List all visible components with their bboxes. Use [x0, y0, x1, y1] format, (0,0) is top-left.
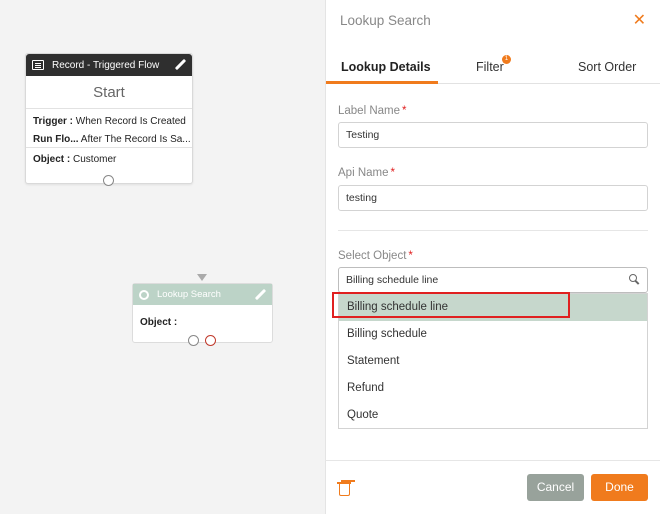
lookup-object-label: Object :	[140, 317, 178, 328]
option-billing-schedule-line[interactable]: Billing schedule line	[339, 294, 647, 321]
start-node-header: Record - Triggered Flow	[26, 54, 192, 76]
trash-icon[interactable]	[337, 481, 351, 496]
flow-canvas[interactable]: Record - Triggered Flow Start Trigger : …	[0, 0, 325, 514]
panel-header: Lookup Search ✕	[326, 0, 660, 40]
api-name-input[interactable]: testing	[338, 185, 648, 211]
run-flow-label: Run Flo...	[33, 134, 79, 145]
lookup-node-fault-connector[interactable]	[205, 335, 216, 346]
run-flow-row: Run Flo... After The Record Is Sa...	[26, 131, 192, 149]
lookup-node-connector[interactable]	[188, 335, 199, 346]
tab-filter[interactable]: Filter	[476, 60, 504, 74]
lookup-object-row: Object :	[133, 305, 272, 332]
select-object-search-input[interactable]: Billing schedule line	[338, 267, 648, 293]
run-flow-value: After The Record Is Sa...	[80, 134, 191, 145]
option-quote[interactable]: Quote	[339, 402, 647, 429]
object-label: Object :	[33, 154, 71, 165]
object-options-dropdown: Billing schedule line Billing schedule S…	[338, 293, 648, 429]
trigger-label: Trigger :	[33, 116, 74, 127]
tab-sort-order[interactable]: Sort Order	[578, 60, 636, 74]
active-tab-underline	[326, 81, 438, 84]
tab-lookup-details[interactable]: Lookup Details	[341, 60, 431, 74]
select-object-label: Select Object *	[338, 250, 413, 262]
label-name-input[interactable]: Testing	[338, 122, 648, 148]
flow-arrow-icon	[197, 274, 207, 281]
section-divider	[338, 230, 648, 231]
lookup-node-header-title: Lookup Search	[157, 289, 221, 300]
label-name-label: Label Name *	[338, 105, 407, 117]
lookup-search-node[interactable]: Lookup Search Object :	[132, 283, 273, 343]
option-statement[interactable]: Statement	[339, 348, 647, 375]
lookup-node-header: Lookup Search	[133, 284, 272, 305]
start-node-connector[interactable]	[103, 175, 114, 186]
panel-title: Lookup Search	[340, 12, 431, 28]
list-icon	[32, 60, 44, 70]
option-billing-schedule[interactable]: Billing schedule	[339, 321, 647, 348]
option-refund[interactable]: Refund	[339, 375, 647, 402]
start-node[interactable]: Record - Triggered Flow Start Trigger : …	[25, 53, 193, 184]
start-node-header-title: Record - Triggered Flow	[52, 59, 160, 71]
object-row: Object : Customer	[26, 148, 192, 169]
trigger-row: Trigger : When Record Is Created	[26, 113, 192, 131]
edit-pencil-icon[interactable]	[254, 289, 266, 301]
filter-count-badge: 1	[502, 55, 511, 64]
footer-divider	[325, 460, 660, 461]
done-button[interactable]: Done	[591, 474, 648, 501]
panel-tabs: Lookup Details Filter Sort Order	[326, 52, 660, 84]
cancel-button[interactable]: Cancel	[527, 474, 584, 501]
close-icon[interactable]: ✕	[633, 10, 646, 30]
object-value: Customer	[73, 154, 117, 165]
search-icon[interactable]	[629, 274, 639, 284]
lookup-target-icon	[139, 289, 149, 300]
api-name-label: Api Name *	[338, 167, 395, 179]
start-node-title: Start	[26, 76, 192, 109]
edit-pencil-icon[interactable]	[174, 59, 186, 71]
trigger-value: When Record Is Created	[75, 116, 186, 127]
